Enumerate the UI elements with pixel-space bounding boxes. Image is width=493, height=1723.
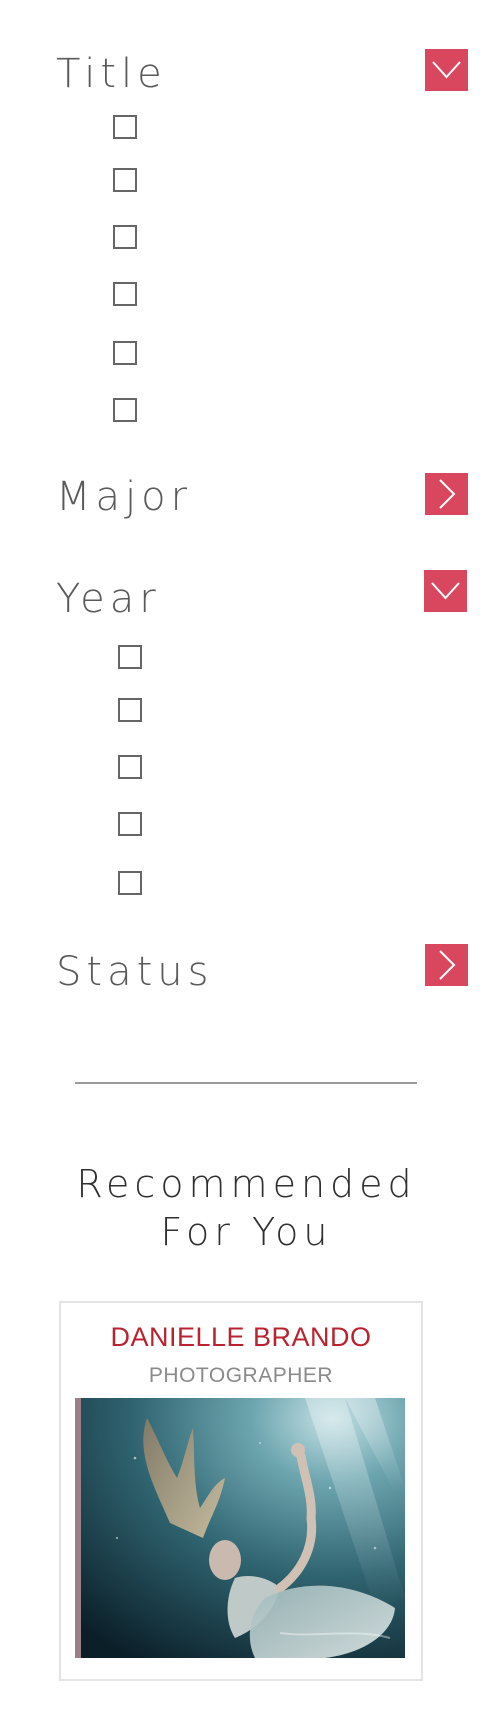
- filter-year-option-checkbox[interactable]: [118, 755, 142, 779]
- filter-year-toggle-button[interactable]: [424, 570, 467, 612]
- filter-title-toggle-button[interactable]: [425, 49, 468, 91]
- filter-title-option-checkbox[interactable]: [113, 282, 137, 306]
- filter-title-heading: Title: [56, 51, 167, 97]
- filter-major-toggle-button[interactable]: [425, 473, 468, 515]
- filter-status-toggle-button[interactable]: [425, 944, 468, 986]
- filter-year-heading: Year: [56, 576, 161, 622]
- filter-title-option-checkbox[interactable]: [113, 398, 137, 422]
- recommended-heading-line2: For You: [160, 1210, 333, 1254]
- filter-year-option-checkbox[interactable]: [118, 812, 142, 836]
- filter-title-option-checkbox[interactable]: [113, 225, 137, 249]
- chevron-down-icon: [432, 61, 461, 79]
- filter-major-heading: Major: [56, 474, 193, 520]
- filter-title-option-checkbox[interactable]: [113, 341, 137, 365]
- profile-photo-illustration: [75, 1398, 405, 1658]
- recommended-heading-line1: Recommended: [76, 1162, 417, 1206]
- chevron-down-icon: [431, 582, 460, 600]
- filter-year-option-checkbox[interactable]: [118, 871, 142, 895]
- profile-name: DANIELLE BRANDO: [110, 1322, 372, 1352]
- recommended-profile-card[interactable]: DANIELLE BRANDO PHOTOGRAPHER: [59, 1301, 423, 1681]
- chevron-right-icon: [439, 479, 456, 509]
- filter-year-option-checkbox[interactable]: [118, 645, 142, 669]
- underwater-portrait-photo: [75, 1398, 405, 1658]
- chevron-right-icon: [439, 950, 456, 980]
- filter-status-heading: Status: [56, 949, 214, 995]
- filter-year-option-checkbox[interactable]: [118, 698, 142, 722]
- filter-title-option-checkbox[interactable]: [113, 168, 137, 192]
- profile-role: PHOTOGRAPHER: [148, 1364, 334, 1387]
- filter-title-option-checkbox[interactable]: [113, 115, 137, 139]
- section-divider: [75, 1082, 417, 1084]
